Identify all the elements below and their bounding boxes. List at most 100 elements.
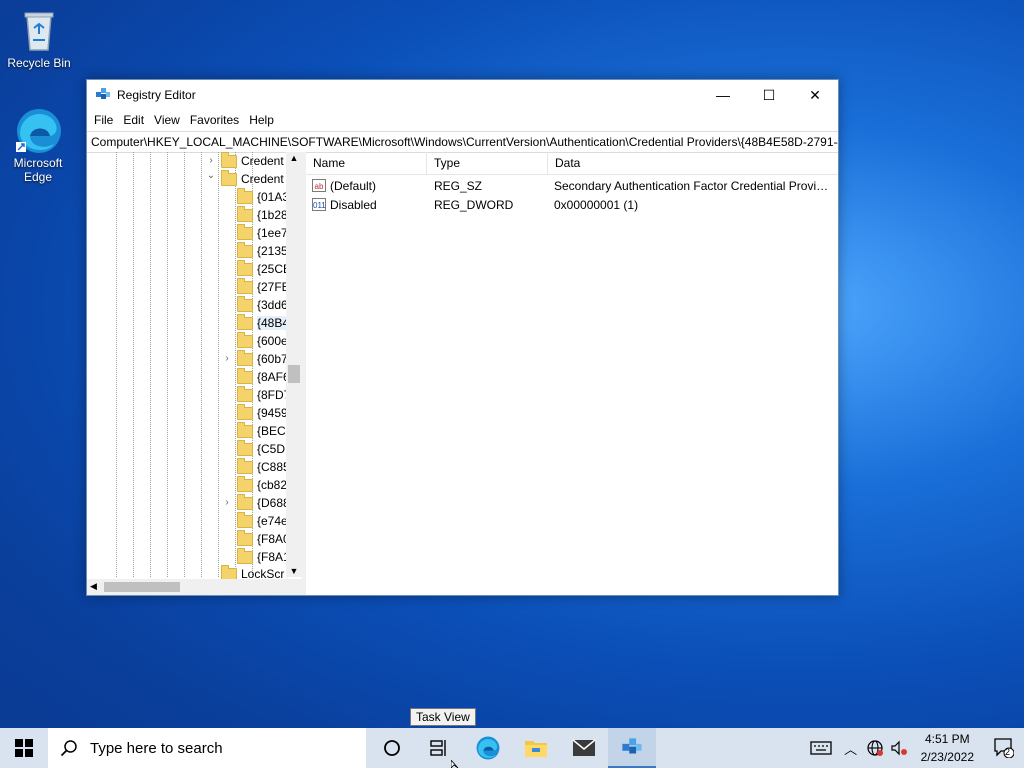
tree-item[interactable]: {8FD7 [237, 385, 290, 404]
tree-item[interactable]: {27FE [237, 277, 290, 296]
network-button[interactable] [863, 728, 887, 768]
folder-icon [237, 511, 253, 528]
start-button[interactable] [0, 728, 48, 768]
scroll-left-icon[interactable]: ◀ [90, 581, 97, 592]
volume-button[interactable] [887, 728, 911, 768]
recycle-bin-desktop-icon[interactable]: Recycle Bin [1, 6, 77, 70]
taskbar: Type here to search ︿ 4:51 PM 2/23/2022 … [0, 728, 1024, 768]
microsoft-edge-desktop-icon[interactable]: Microsoft Edge [0, 106, 76, 184]
tree-item[interactable]: {1ee7 [237, 223, 288, 242]
tree-vertical-scrollbar[interactable]: ▲ ▼ [286, 152, 302, 577]
menu-favorites[interactable]: Favorites [185, 113, 244, 127]
task-view-tooltip: Task View [410, 708, 476, 726]
scroll-up-icon[interactable]: ▲ [286, 153, 302, 163]
tree-item[interactable]: {e74e [237, 511, 288, 530]
column-header-name[interactable]: Name [306, 152, 427, 174]
maximize-button[interactable]: ☐ [746, 80, 792, 110]
folder-icon [237, 187, 253, 204]
value-data: Secondary Authentication Factor Credenti… [554, 178, 832, 193]
clock-date: 2/23/2022 [920, 750, 974, 764]
tree-item[interactable]: Credent [221, 169, 284, 188]
value-name: Disabled [330, 197, 377, 212]
tree-item[interactable]: {2135 [237, 241, 288, 260]
values-list-pane[interactable]: Name Type Data ab (Default) REG_SZ Secon… [306, 152, 838, 595]
tree-item[interactable]: {8AF6 [237, 367, 290, 386]
column-header-data[interactable]: Data [548, 152, 835, 174]
title-bar[interactable]: Registry Editor — ☐ ✕ [87, 80, 838, 110]
folder-icon [237, 313, 253, 330]
recycle-bin-icon [15, 6, 63, 54]
tree-horizontal-scrollbar[interactable]: ◀ [87, 579, 302, 595]
tree-item[interactable]: {600e [237, 331, 288, 350]
minimize-button[interactable]: — [700, 80, 746, 110]
menu-bar: File Edit View Favorites Help [87, 110, 838, 130]
list-header: Name Type Data [306, 152, 838, 175]
folder-icon [237, 277, 253, 294]
cortana-button[interactable] [368, 728, 416, 768]
folder-icon [237, 223, 253, 240]
chevron-up-icon: ︿ [844, 741, 858, 757]
tree-item[interactable]: {60b7 [237, 349, 288, 368]
menu-help[interactable]: Help [244, 113, 279, 127]
menu-file[interactable]: File [89, 113, 118, 127]
keyboard-button[interactable] [803, 728, 839, 768]
taskbar-search-box[interactable]: Type here to search [48, 728, 366, 768]
registry-editor-app-icon [622, 738, 642, 754]
expand-chevron-icon[interactable]: › [205, 155, 217, 166]
address-bar[interactable]: Computer\HKEY_LOCAL_MACHINE\SOFTWARE\Mic… [87, 131, 838, 153]
edge-icon [476, 736, 500, 760]
task-view-icon [430, 740, 446, 756]
folder-icon [237, 349, 253, 366]
mail-icon [572, 739, 596, 756]
key-tree-pane[interactable]: › Credent ⌄ Credent {01A3 {1b28 {1ee7 {2… [87, 152, 306, 595]
speaker-muted-icon [891, 740, 907, 756]
clock[interactable]: 4:51 PM 2/23/2022 [911, 730, 984, 766]
list-item[interactable]: 011 Disabled REG_DWORD 0x00000001 (1) [306, 195, 838, 214]
collapse-chevron-icon[interactable]: ⌄ [205, 170, 217, 181]
expand-chevron-icon[interactable]: › [221, 497, 233, 508]
expand-chevron-icon[interactable]: › [221, 353, 233, 364]
tree-item[interactable]: {F8A0 [237, 529, 290, 548]
mail-taskbar-button[interactable] [560, 728, 608, 768]
tree-item[interactable]: {C885 [237, 457, 290, 476]
address-path: Computer\HKEY_LOCAL_MACHINE\SOFTWARE\Mic… [91, 135, 838, 149]
tree-item[interactable]: {cb82 [237, 475, 287, 494]
tree-item[interactable]: {C5D [237, 439, 285, 458]
scroll-down-icon[interactable]: ▼ [286, 566, 302, 576]
mouse-cursor-icon [451, 760, 459, 768]
close-button[interactable]: ✕ [792, 80, 838, 110]
tree-item[interactable]: {1b28 [237, 205, 288, 224]
folder-icon [237, 205, 253, 222]
folder-icon [237, 331, 253, 348]
folder-icon [237, 403, 253, 420]
clock-time: 4:51 PM [924, 732, 970, 746]
tree-item[interactable]: {3dd6 [237, 295, 288, 314]
list-item[interactable]: ab (Default) REG_SZ Secondary Authentica… [306, 176, 838, 195]
registry-editor-window: Registry Editor — ☐ ✕ File Edit View Fav… [86, 79, 839, 596]
notification-icon [994, 738, 1014, 758]
tree-item-selected[interactable]: {48B4 [237, 313, 290, 332]
action-center-button[interactable]: 2 [984, 728, 1024, 768]
edge-taskbar-button[interactable] [464, 728, 512, 768]
registry-editor-taskbar-button[interactable] [608, 728, 656, 768]
notification-count-badge: 2 [1005, 747, 1011, 757]
show-hidden-icons-button[interactable]: ︿ [839, 728, 863, 768]
vertical-scroll-thumb[interactable] [288, 365, 300, 383]
tree-item[interactable]: {9459 [237, 403, 288, 422]
tree-item[interactable]: {01A3 [237, 187, 289, 206]
file-explorer-taskbar-button[interactable] [512, 728, 560, 768]
menu-edit[interactable]: Edit [118, 113, 149, 127]
horizontal-scroll-thumb[interactable] [104, 582, 180, 592]
column-header-type[interactable]: Type [427, 152, 548, 174]
binary-value-icon: 011 [312, 198, 326, 211]
tree-item[interactable]: {25CE [237, 259, 291, 278]
value-type: REG_DWORD [434, 197, 514, 212]
tree-item[interactable]: {F8A1 [237, 547, 290, 566]
registry-editor-app-icon [96, 88, 110, 99]
tree-item[interactable]: {D688 [237, 493, 290, 512]
value-type: REG_SZ [434, 178, 483, 193]
tree-item[interactable]: {BEC0 [237, 421, 292, 440]
tree-item[interactable]: Credent [221, 152, 284, 170]
menu-view[interactable]: View [149, 113, 185, 127]
file-explorer-icon [525, 741, 547, 757]
